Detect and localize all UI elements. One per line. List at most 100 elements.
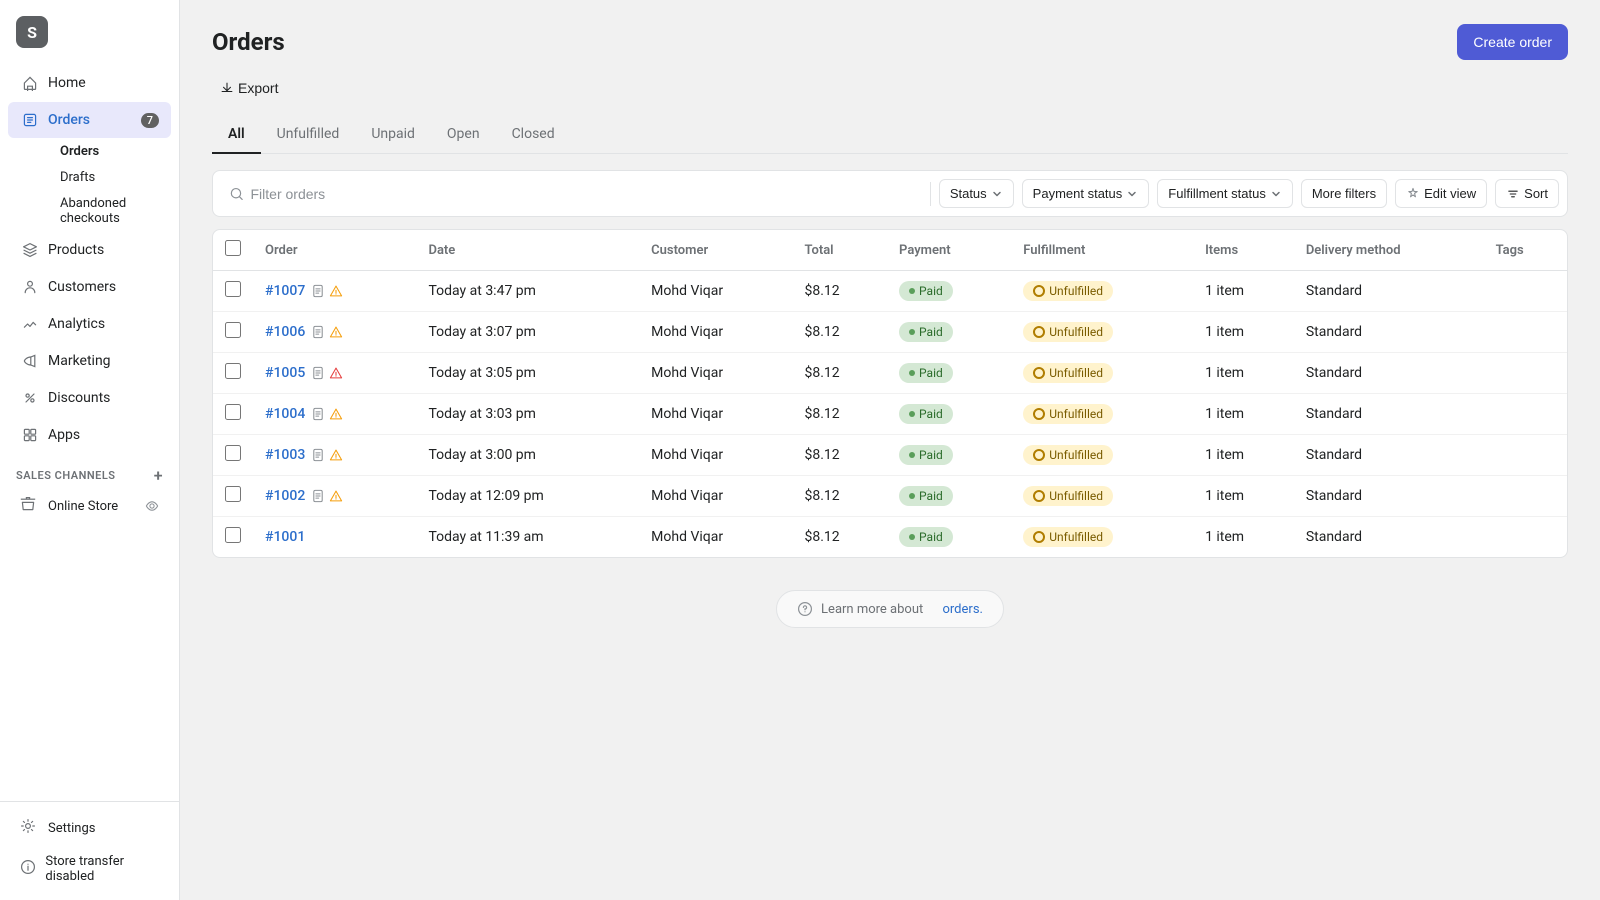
col-date: Date (416, 230, 639, 271)
col-total: Total (792, 230, 887, 271)
filter-divider (930, 182, 931, 206)
sidebar-item-orders[interactable]: Orders 7 (8, 102, 171, 138)
online-store-icon (20, 496, 40, 516)
status-filter-button[interactable]: Status (939, 179, 1014, 208)
sort-button[interactable]: Sort (1495, 179, 1559, 208)
export-button[interactable]: Export (212, 76, 286, 100)
settings-label: Settings (48, 821, 95, 836)
sidebar-item-analytics-label: Analytics (48, 316, 105, 332)
order-items: 1 item (1193, 476, 1294, 517)
payment-status-filter-button[interactable]: Payment status (1022, 179, 1150, 208)
more-filters-button[interactable]: More filters (1301, 179, 1387, 208)
payment-badge: Paid (899, 363, 953, 383)
sidebar-submenu-abandoned[interactable]: Abandoned checkouts (48, 191, 171, 231)
order-total: $8.12 (792, 476, 887, 517)
order-fulfillment: Unfulfilled (1011, 353, 1193, 394)
order-fulfillment: Unfulfilled (1011, 394, 1193, 435)
sidebar-item-discounts[interactable]: Discounts (8, 380, 171, 416)
sidebar-store-transfer[interactable]: Store transfer disabled (8, 846, 171, 892)
main-content: Orders Create order Export All Unfulfill… (180, 0, 1600, 900)
learn-more-link[interactable]: orders. (942, 602, 982, 617)
order-link-#1001[interactable]: #1001 (265, 529, 305, 545)
create-order-button[interactable]: Create order (1457, 24, 1568, 60)
warning-icon (329, 406, 343, 422)
sidebar-channel-online-store[interactable]: Online Store (8, 490, 171, 522)
fulfillment-status-filter-button[interactable]: Fulfillment status (1157, 179, 1293, 208)
note-icon (311, 406, 325, 422)
sidebar-item-products[interactable]: Products (8, 232, 171, 268)
orders-icon (20, 110, 40, 130)
sidebar-item-customers-label: Customers (48, 279, 116, 295)
order-items: 1 item (1193, 435, 1294, 476)
note-icon (311, 365, 325, 381)
sidebar-item-apps[interactable]: Apps (8, 417, 171, 453)
sidebar-item-analytics[interactable]: Analytics (8, 306, 171, 342)
col-tags: Tags (1484, 230, 1567, 271)
edit-view-button[interactable]: Edit view (1395, 179, 1487, 208)
row-checkbox-1[interactable] (225, 322, 241, 338)
row-checkbox-0[interactable] (225, 281, 241, 297)
analytics-icon (20, 314, 40, 334)
order-link-#1003[interactable]: #1003 (265, 447, 305, 463)
tab-all[interactable]: All (212, 116, 261, 154)
sidebar-item-customers[interactable]: Customers (8, 269, 171, 305)
orders-tbody: #1007 Today at 3:47 pmMohd Viqar$8.12Pai… (213, 271, 1567, 558)
order-link-#1004[interactable]: #1004 (265, 406, 305, 422)
tab-closed[interactable]: Closed (496, 116, 571, 154)
sidebar-item-home[interactable]: Home (8, 65, 171, 101)
sidebar-submenu-orders[interactable]: Orders (48, 139, 171, 164)
order-link-#1005[interactable]: #1005 (265, 365, 305, 381)
order-date: Today at 3:05 pm (416, 353, 639, 394)
order-fulfillment: Unfulfilled (1011, 312, 1193, 353)
order-tags (1484, 517, 1567, 558)
table-row: #1002 Today at 12:09 pmMohd Viqar$8.12Pa… (213, 476, 1567, 517)
order-total: $8.12 (792, 353, 887, 394)
order-date: Today at 3:07 pm (416, 312, 639, 353)
order-link-#1002[interactable]: #1002 (265, 488, 305, 504)
table-header: Order Date Customer Total Payment Fulfil… (213, 230, 1567, 271)
order-link-#1006[interactable]: #1006 (265, 324, 305, 340)
order-customer: Mohd Viqar (639, 271, 792, 312)
tab-unpaid[interactable]: Unpaid (355, 116, 431, 154)
fulfillment-badge: Unfulfilled (1023, 281, 1113, 301)
products-icon (20, 240, 40, 260)
order-customer: Mohd Viqar (639, 353, 792, 394)
eye-icon[interactable] (145, 499, 159, 514)
tab-open[interactable]: Open (431, 116, 496, 154)
order-items: 1 item (1193, 517, 1294, 558)
select-all-checkbox[interactable] (225, 240, 241, 256)
sidebar-item-marketing-label: Marketing (48, 353, 111, 369)
order-tags (1484, 435, 1567, 476)
row-checkbox-4[interactable] (225, 445, 241, 461)
order-customer: Mohd Viqar (639, 435, 792, 476)
order-payment: Paid (887, 353, 1011, 394)
tab-unfulfilled[interactable]: Unfulfilled (261, 116, 356, 154)
order-customer: Mohd Viqar (639, 517, 792, 558)
learn-more-section: Learn more about orders. (212, 558, 1568, 660)
table-row: #1006 Today at 3:07 pmMohd Viqar$8.12Pai… (213, 312, 1567, 353)
search-icon (229, 186, 245, 202)
search-input[interactable] (251, 186, 914, 202)
col-customer: Customer (639, 230, 792, 271)
sidebar-item-home-label: Home (48, 75, 86, 91)
order-payment: Paid (887, 312, 1011, 353)
order-link-#1007[interactable]: #1007 (265, 283, 305, 299)
order-items: 1 item (1193, 353, 1294, 394)
sidebar-item-marketing[interactable]: Marketing (8, 343, 171, 379)
sidebar-nav: Home Orders 7 Orders Drafts Abandoned ch… (0, 56, 179, 801)
sidebar-item-orders-label: Orders (48, 112, 90, 128)
sidebar-settings[interactable]: Settings (8, 810, 171, 846)
learn-more-text: Learn more about (821, 602, 923, 617)
order-tags (1484, 271, 1567, 312)
row-checkbox-6[interactable] (225, 527, 241, 543)
add-sales-channel-icon[interactable]: + (154, 466, 163, 485)
payment-badge: Paid (899, 322, 953, 342)
orders-submenu: Orders Drafts Abandoned checkouts (0, 139, 179, 231)
row-checkbox-2[interactable] (225, 363, 241, 379)
row-checkbox-3[interactable] (225, 404, 241, 420)
order-date: Today at 3:47 pm (416, 271, 639, 312)
sidebar-submenu-drafts[interactable]: Drafts (48, 165, 171, 190)
fulfillment-badge: Unfulfilled (1023, 404, 1113, 424)
row-checkbox-5[interactable] (225, 486, 241, 502)
note-icon (311, 283, 325, 299)
